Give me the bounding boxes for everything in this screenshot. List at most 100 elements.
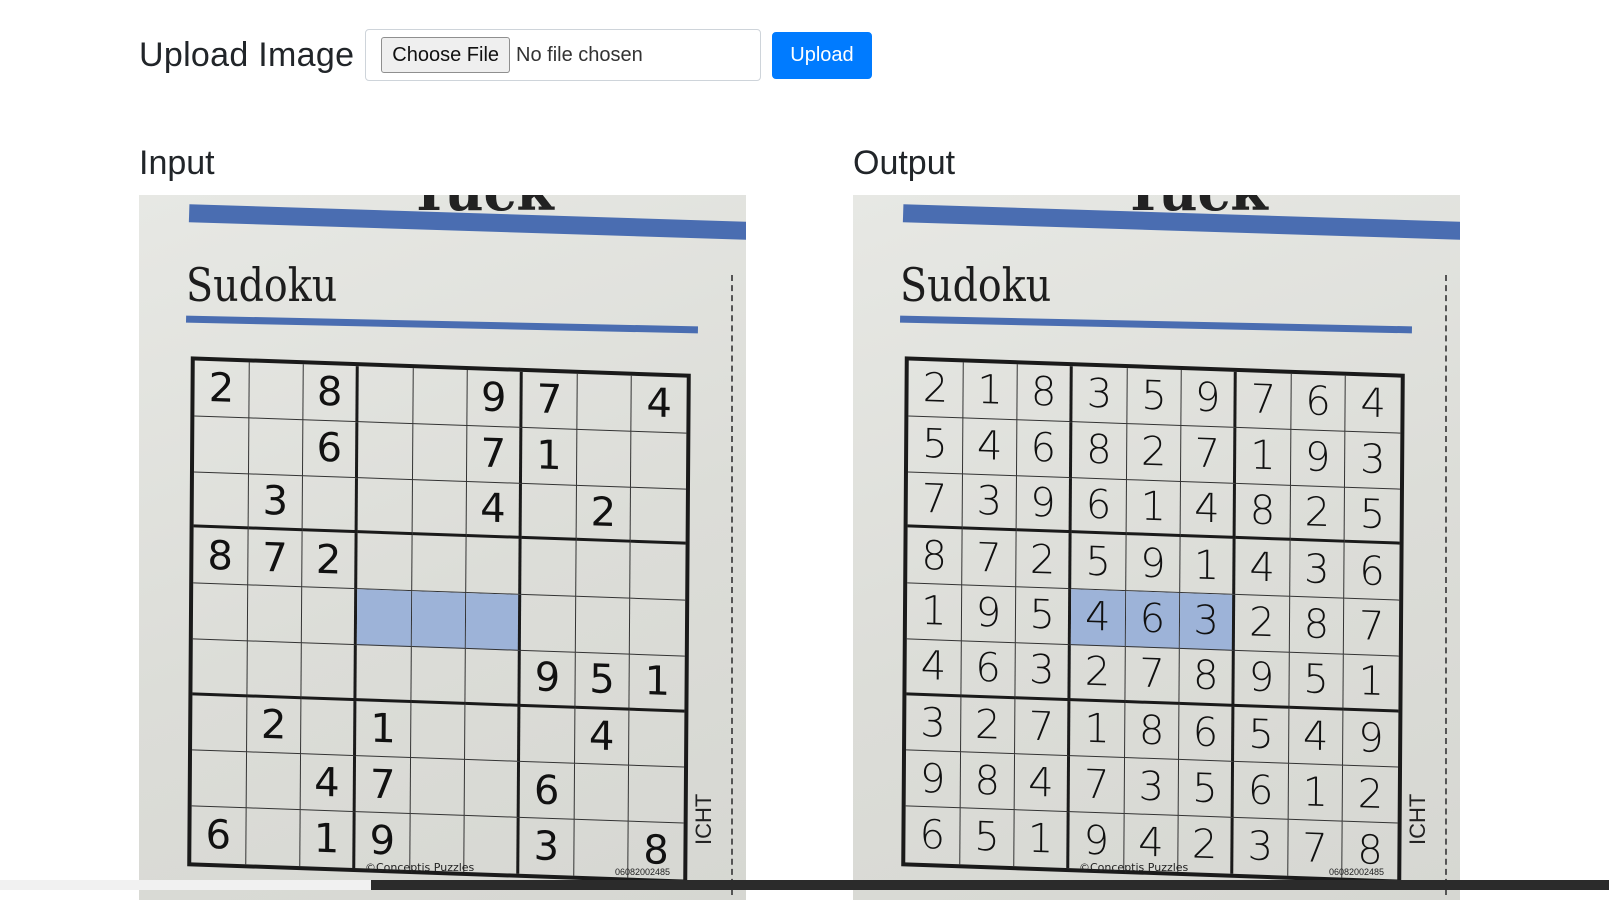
grid-cell: 4 bbox=[1180, 481, 1236, 540]
grid-cell: 2 bbox=[302, 531, 358, 590]
output-heading: Output bbox=[853, 144, 956, 182]
upload-button[interactable]: Upload bbox=[772, 31, 872, 79]
grid-cell: 8 bbox=[1124, 702, 1180, 761]
grid-cell: 1 bbox=[963, 362, 1019, 421]
grid-cell: 2 bbox=[1126, 423, 1182, 482]
cut-line bbox=[731, 275, 733, 895]
grid-cell: 6 bbox=[191, 806, 247, 865]
grid-cell: 9 bbox=[1290, 429, 1346, 488]
grid-cell: 5 bbox=[959, 808, 1015, 867]
grid-cell: 9 bbox=[961, 585, 1017, 644]
grid-cell: 6 bbox=[303, 420, 359, 478]
grid-cell: 5 bbox=[1178, 760, 1235, 819]
grid-cell bbox=[575, 541, 631, 599]
grid-cell: 7 bbox=[522, 371, 578, 430]
grid-cell: 6 bbox=[1179, 704, 1235, 763]
grid-cell: 5 bbox=[1234, 706, 1290, 765]
grid-cell: 7 bbox=[1181, 425, 1237, 484]
grid-cell: 9 bbox=[1181, 370, 1237, 428]
choose-file-button[interactable]: Choose File bbox=[381, 37, 511, 73]
side-text: ICHT bbox=[691, 793, 716, 845]
upload-title: Upload Image bbox=[139, 35, 355, 74]
file-input[interactable]: Choose File No file chosen bbox=[365, 29, 762, 81]
grid-cell: 7 bbox=[355, 756, 411, 815]
grid-cell: 4 bbox=[1070, 589, 1126, 647]
grid-cell bbox=[246, 752, 302, 811]
file-status: No file chosen bbox=[516, 43, 643, 66]
grid-cell: 9 bbox=[1125, 535, 1181, 594]
grid-cell: 4 bbox=[1235, 539, 1291, 597]
sudoku-grid-input: 2897467134287295121447661938 bbox=[187, 356, 691, 884]
grid-cell: 1 bbox=[1235, 427, 1292, 486]
grid-cell: 2 bbox=[576, 485, 632, 544]
grid-cell bbox=[410, 702, 466, 761]
grid-cell: 7 bbox=[961, 529, 1017, 588]
grid-cell: 3 bbox=[1124, 758, 1180, 817]
grid-cell bbox=[193, 471, 249, 530]
upload-form: Upload Image Choose File No file chosen … bbox=[139, 28, 872, 82]
grid-cell: 8 bbox=[1235, 483, 1291, 542]
grid-cell: 2 bbox=[1342, 766, 1399, 824]
grid-cell bbox=[630, 598, 686, 657]
grid-cell: 8 bbox=[303, 364, 359, 422]
grid-cell: 4 bbox=[574, 708, 630, 767]
grid-cell: 5 bbox=[1127, 368, 1183, 426]
grid-cell: 4 bbox=[466, 481, 522, 540]
grid-cell: 3 bbox=[1072, 366, 1128, 424]
grid-cell: 4 bbox=[631, 375, 687, 434]
paper-title: Sudoku bbox=[186, 258, 338, 312]
grid-cell: 5 bbox=[907, 416, 964, 474]
grid-cell bbox=[520, 594, 576, 653]
credit-text: ©Conceptis Puzzles bbox=[1079, 861, 1189, 874]
grid-cell: 4 bbox=[1014, 754, 1071, 813]
grid-cell: 6 bbox=[1291, 373, 1347, 432]
grid-cell bbox=[248, 418, 304, 476]
grid-cell bbox=[192, 583, 248, 642]
grid-cell bbox=[628, 766, 685, 824]
grid-cell: 4 bbox=[906, 639, 962, 697]
grid-cell: 6 bbox=[1344, 543, 1400, 601]
grid-cell bbox=[412, 423, 468, 482]
grid-cell bbox=[193, 416, 250, 474]
grid-cell: 3 bbox=[906, 695, 962, 753]
grid-cell bbox=[466, 537, 522, 595]
grid-cell: 9 bbox=[1234, 650, 1290, 709]
scrollbar-thumb[interactable] bbox=[371, 880, 1609, 890]
grid-cell: 5 bbox=[1071, 533, 1127, 592]
grid-cell bbox=[358, 366, 414, 424]
grid-cell bbox=[410, 758, 466, 817]
grid-cell: 5 bbox=[1016, 587, 1072, 646]
grid-cell: 3 bbox=[1233, 818, 1289, 876]
grid-cell bbox=[574, 764, 630, 822]
grid-cell: 8 bbox=[1017, 364, 1073, 422]
grid-cell: 6 bbox=[519, 762, 575, 820]
grid-cell: 8 bbox=[1071, 421, 1128, 480]
grid-cell bbox=[247, 641, 303, 699]
grid-cell bbox=[464, 760, 521, 819]
grid-cell bbox=[411, 591, 467, 649]
grid-cell: 9 bbox=[905, 750, 961, 809]
grid-cell: 2 bbox=[1016, 531, 1072, 590]
grid-cell: 7 bbox=[1015, 698, 1071, 757]
grid-cell bbox=[411, 646, 467, 705]
cut-line bbox=[1445, 275, 1447, 895]
grid-cell: 5 bbox=[1289, 652, 1345, 711]
credit-text: ©Conceptis Puzzles bbox=[365, 861, 475, 874]
grid-cell bbox=[192, 695, 248, 753]
grid-cell: 2 bbox=[1070, 645, 1126, 703]
output-image: Tuck Sudoku 2183597645468271937396148258… bbox=[853, 195, 1460, 900]
grid-cell: 3 bbox=[1180, 593, 1236, 651]
grid-cell: 7 bbox=[247, 529, 303, 588]
grid-cell: 2 bbox=[1290, 485, 1346, 544]
grid-cell: 1 bbox=[300, 810, 356, 869]
grid-cell bbox=[302, 475, 358, 534]
grid-cell: 3 bbox=[1289, 541, 1345, 599]
grid-cell: 1 bbox=[521, 427, 578, 486]
grid-cell bbox=[465, 704, 521, 763]
grid-cell: 7 bbox=[1344, 598, 1400, 657]
grid-cell bbox=[356, 589, 412, 647]
grid-cell bbox=[629, 710, 685, 768]
grid-cell: 3 bbox=[1015, 643, 1071, 701]
input-image: Tuck Sudoku 2897467134287295121447661938… bbox=[139, 195, 746, 900]
grid-cell: 2 bbox=[246, 696, 302, 755]
